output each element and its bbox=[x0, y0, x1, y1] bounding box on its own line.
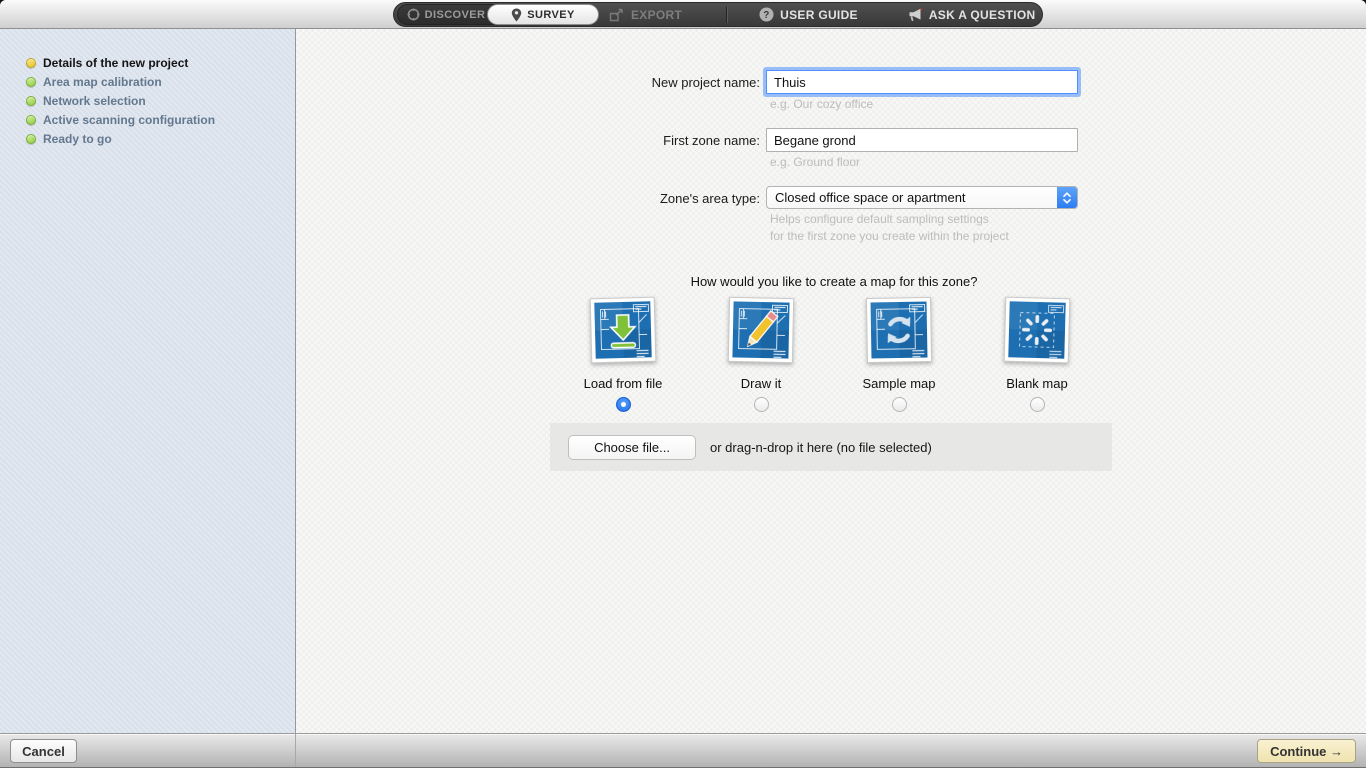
step-bullet-icon bbox=[26, 76, 36, 87]
step-calibration: Area map calibration bbox=[26, 72, 295, 91]
map-pin-icon bbox=[511, 8, 522, 22]
ask-question-label: ASK A QUESTION bbox=[928, 7, 1036, 22]
option-blank-map[interactable]: Blank map bbox=[968, 296, 1106, 412]
select-stepper-icon bbox=[1057, 187, 1077, 208]
choose-file-button[interactable]: Choose file... bbox=[568, 434, 696, 460]
tab-survey-label: SURVEY bbox=[527, 8, 575, 21]
ask-question-button[interactable]: ASK A QUESTION bbox=[908, 8, 1036, 22]
step-bullet-icon bbox=[26, 114, 36, 125]
user-guide-button[interactable]: ? USER GUIDE bbox=[759, 7, 858, 22]
step-bullet-icon bbox=[26, 95, 36, 106]
export-icon bbox=[609, 8, 625, 22]
svg-text:?: ? bbox=[763, 10, 769, 21]
project-name-label: New project name: bbox=[651, 75, 760, 90]
wizard-steps: Details of the new project Area map cali… bbox=[0, 29, 295, 148]
app-window: DISCOVER SURVEY EXPORT ? USER GUIDE ASK … bbox=[0, 0, 1366, 768]
user-guide-label: USER GUIDE bbox=[780, 7, 858, 22]
top-toolbar: DISCOVER SURVEY EXPORT ? USER GUIDE ASK … bbox=[0, 0, 1366, 29]
footer-divider bbox=[295, 734, 296, 767]
step-scanning: Active scanning configuration bbox=[26, 110, 295, 129]
option-label: Load from file bbox=[583, 376, 663, 391]
blueprint-spinner-icon bbox=[1003, 296, 1071, 364]
radio-load-from-file[interactable] bbox=[615, 397, 631, 412]
step-label: Active scanning configuration bbox=[43, 112, 216, 127]
step-label: Area map calibration bbox=[43, 74, 162, 89]
main-content: New project name: e.g. Our cozy office F… bbox=[296, 29, 1366, 733]
megaphone-icon bbox=[908, 7, 923, 22]
blueprint-sync-icon bbox=[865, 296, 933, 364]
question-circle-icon: ? bbox=[759, 7, 774, 22]
export-button[interactable]: EXPORT bbox=[609, 8, 682, 22]
step-label: Details of the new project bbox=[43, 55, 189, 70]
option-label: Blank map bbox=[1006, 376, 1068, 391]
step-ready: Ready to go bbox=[26, 129, 295, 148]
zone-name-hint: e.g. Ground floor bbox=[770, 155, 861, 169]
step-details: Details of the new project bbox=[26, 53, 295, 72]
mode-segmented-control: DISCOVER SURVEY bbox=[397, 4, 599, 25]
step-label: Network selection bbox=[43, 93, 146, 108]
map-question: How would you like to create a map for t… bbox=[690, 274, 978, 289]
project-name-input[interactable] bbox=[766, 70, 1078, 94]
map-options: Load from file Draw it Sample map Blank … bbox=[554, 296, 1106, 412]
option-draw-it[interactable]: Draw it bbox=[692, 296, 830, 412]
area-type-hint-line2: for the first zone you create within the… bbox=[770, 229, 1009, 243]
option-load-from-file[interactable]: Load from file bbox=[554, 296, 692, 412]
cancel-button[interactable]: Cancel bbox=[10, 739, 77, 763]
tab-survey[interactable]: SURVEY bbox=[487, 4, 599, 25]
area-type-hint-line1: Helps configure default sampling setting… bbox=[770, 212, 989, 226]
steps-sidebar: Details of the new project Area map cali… bbox=[0, 29, 296, 733]
file-drop-zone[interactable]: Choose file... or drag-n-drop it here (n… bbox=[550, 423, 1112, 471]
option-label: Sample map bbox=[862, 376, 936, 391]
option-label: Draw it bbox=[740, 376, 782, 391]
toolbar-capsule: DISCOVER SURVEY EXPORT ? USER GUIDE ASK … bbox=[393, 2, 1043, 27]
option-sample-map[interactable]: Sample map bbox=[830, 296, 968, 412]
area-type-selected-value: Closed office space or apartment bbox=[775, 190, 966, 205]
current-step-bullet-icon bbox=[26, 57, 36, 68]
zone-name-label: First zone name: bbox=[663, 133, 760, 148]
export-label: EXPORT bbox=[631, 7, 683, 22]
radio-draw-it[interactable] bbox=[753, 397, 769, 412]
step-network: Network selection bbox=[26, 91, 295, 110]
toolbar-divider bbox=[726, 6, 728, 23]
radio-sample-map[interactable] bbox=[891, 397, 907, 412]
step-bullet-icon bbox=[26, 133, 36, 144]
area-type-select[interactable]: Closed office space or apartment bbox=[766, 186, 1078, 209]
radio-blank-map[interactable] bbox=[1029, 397, 1045, 412]
step-label: Ready to go bbox=[43, 131, 112, 146]
radar-icon bbox=[407, 8, 420, 21]
blueprint-pencil-icon bbox=[727, 296, 795, 364]
project-name-hint: e.g. Our cozy office bbox=[770, 97, 874, 111]
blueprint-download-icon bbox=[589, 296, 657, 364]
tab-discover[interactable]: DISCOVER bbox=[398, 8, 494, 21]
area-type-label: Zone's area type: bbox=[659, 191, 760, 206]
bottom-bar: Cancel Continue → bbox=[0, 733, 1366, 768]
continue-button[interactable]: Continue → bbox=[1257, 739, 1356, 763]
tab-discover-label: DISCOVER bbox=[424, 8, 486, 21]
drop-zone-text: or drag-n-drop it here (no file selected… bbox=[710, 439, 932, 455]
zone-name-input[interactable] bbox=[766, 128, 1078, 152]
